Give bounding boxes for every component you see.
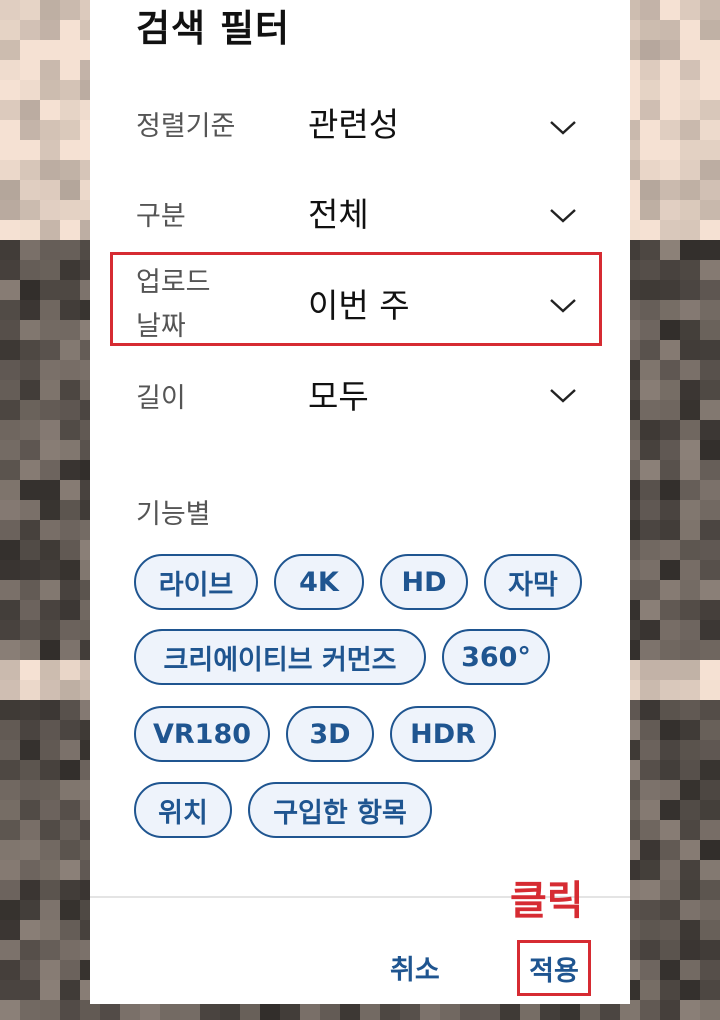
chevron-down-icon[interactable] [548, 206, 578, 226]
sort-by-row[interactable]: 정렬기준 관련성 [90, 92, 630, 164]
chip-creative-commons[interactable]: 크리에이티브 커먼즈 [134, 629, 426, 685]
type-value[interactable]: 전체 [308, 195, 369, 235]
chevron-down-icon[interactable] [548, 386, 578, 406]
sort-by-label: 정렬기준 [136, 111, 236, 142]
chip-3d[interactable]: 3D [286, 706, 374, 762]
chip-hd[interactable]: HD [380, 554, 468, 610]
type-label: 구분 [136, 201, 186, 232]
chip-live[interactable]: 라이브 [134, 554, 258, 610]
chevron-down-icon[interactable] [548, 118, 578, 138]
click-annotation-label: 클릭 [510, 878, 584, 924]
search-filter-dialog: 검색 필터 정렬기준 관련성 구분 전체 업로드 날짜 이번 주 길이 모두 기… [90, 0, 630, 1004]
type-row[interactable]: 구분 전체 [90, 182, 630, 254]
chip-vr180[interactable]: VR180 [134, 706, 270, 762]
chip-purchased[interactable]: 구입한 항목 [248, 782, 432, 838]
chip-360[interactable]: 360° [442, 629, 550, 685]
cancel-button[interactable]: 취소 [390, 948, 440, 987]
upload-date-highlight-box [110, 252, 602, 346]
duration-row[interactable]: 길이 모두 [90, 362, 630, 434]
chip-4k[interactable]: 4K [274, 554, 364, 610]
sort-by-value[interactable]: 관련성 [308, 105, 399, 145]
apply-button[interactable]: 적용 [517, 940, 591, 996]
duration-label: 길이 [136, 383, 186, 414]
chip-subtitles[interactable]: 자막 [484, 554, 582, 610]
duration-value[interactable]: 모두 [308, 377, 369, 417]
features-label: 기능별 [136, 499, 211, 530]
chip-hdr[interactable]: HDR [390, 706, 496, 762]
dialog-title: 검색 필터 [136, 7, 291, 50]
chip-location[interactable]: 위치 [134, 782, 232, 838]
